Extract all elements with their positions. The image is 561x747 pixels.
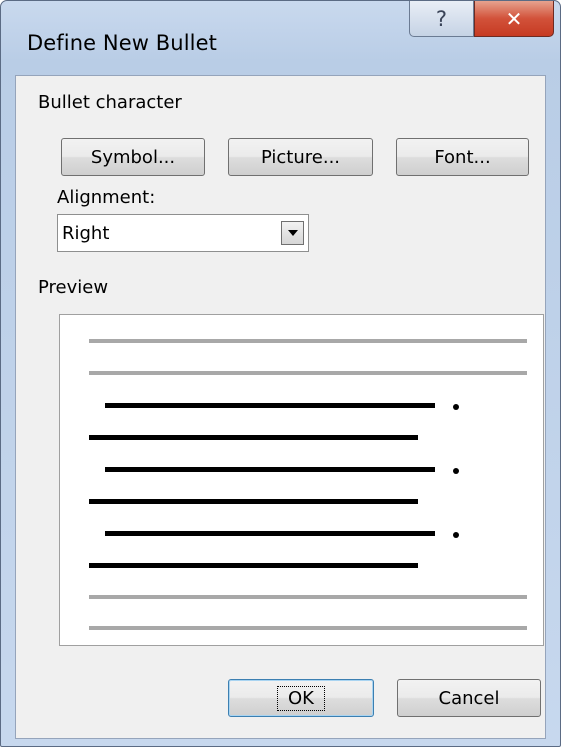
preview-line [89,563,418,568]
picture-button-label: Picture... [260,146,341,168]
preview-line [105,467,435,472]
help-button[interactable]: ? [409,1,474,37]
bullet-character-label: Bullet character [38,92,182,113]
preview-line [105,531,435,536]
dialog-title: Define New Bullet [27,31,217,55]
close-icon: ✕ [505,6,523,31]
alignment-label: Alignment: [57,187,156,208]
preview-pane [59,314,544,646]
picture-button[interactable]: Picture... [228,138,373,176]
preview-line [89,371,527,375]
chevron-down-icon [287,230,298,236]
preview-label: Preview [38,277,109,298]
preview-line [89,339,527,343]
dialog-body: Bullet character Symbol... Picture... Fo… [15,75,546,739]
symbol-button[interactable]: Symbol... [61,138,205,176]
cancel-button[interactable]: Cancel [397,679,541,717]
ok-button[interactable]: OK [228,679,374,717]
bullet-dot [453,404,459,410]
title-bar[interactable]: Define New Bullet ? ✕ [1,1,560,75]
dropdown-arrow-button[interactable] [281,221,304,245]
alignment-value: Right [62,223,110,244]
font-button-label: Font... [434,146,491,168]
preview-line [89,626,527,630]
alignment-select[interactable]: Right [57,214,309,252]
close-button[interactable]: ✕ [474,1,554,37]
ok-button-label: OK [277,685,325,711]
help-icon: ? [435,6,448,31]
font-button[interactable]: Font... [396,138,529,176]
bullet-dot [453,532,459,538]
cancel-button-label: Cancel [438,687,500,709]
preview-line [105,403,435,408]
symbol-button-label: Symbol... [90,146,176,168]
preview-line [89,435,418,440]
preview-line [89,499,418,504]
bullet-dot [453,468,459,474]
define-new-bullet-dialog: Define New Bullet ? ✕ Bullet character S… [0,0,561,747]
preview-line [89,595,527,599]
